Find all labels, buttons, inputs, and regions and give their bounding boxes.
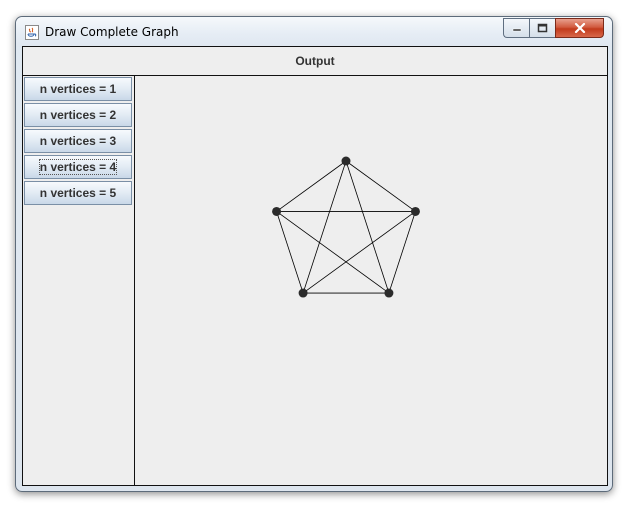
graph-vertex — [298, 288, 308, 298]
graph-vertex — [410, 206, 420, 216]
window-title: Draw Complete Graph — [45, 25, 179, 39]
vertices-4-button[interactable]: n vertices = 4 — [24, 155, 132, 179]
title-bar[interactable]: Draw Complete Graph — [16, 17, 612, 47]
graph-canvas — [135, 76, 607, 485]
minimize-button[interactable] — [503, 18, 529, 38]
button-label: n vertices = 2 — [39, 108, 117, 122]
graph-edge — [276, 211, 304, 294]
vertices-2-button[interactable]: n vertices = 2 — [24, 103, 132, 127]
output-header: Output — [23, 47, 607, 76]
graph-edge — [302, 211, 416, 294]
button-label: n vertices = 3 — [39, 134, 117, 148]
button-label: n vertices = 5 — [39, 186, 117, 200]
maximize-button[interactable] — [529, 18, 556, 38]
java-app-icon — [25, 25, 39, 40]
graph-edge — [345, 160, 416, 212]
graph-edge — [276, 160, 347, 212]
close-button[interactable] — [555, 18, 604, 38]
graph-vertex — [384, 288, 394, 298]
maximize-icon — [537, 23, 548, 33]
content-pane: Output n vertices = 1 n vertices = 2 n v… — [22, 46, 608, 486]
button-label: n vertices = 1 — [39, 82, 117, 96]
graph-edge — [302, 160, 347, 294]
graph-vertex — [341, 156, 351, 166]
graph-vertex — [272, 206, 282, 216]
button-label: n vertices = 4 — [38, 159, 118, 175]
complete-graph-drawing — [272, 156, 420, 298]
vertices-3-button[interactable]: n vertices = 3 — [24, 129, 132, 153]
graph-edge — [388, 211, 416, 294]
app-window: Draw Complete Graph Output n vertices = … — [15, 16, 613, 492]
vertices-5-button[interactable]: n vertices = 5 — [24, 181, 132, 205]
graph-edge — [345, 160, 390, 294]
minimize-icon — [512, 24, 522, 32]
vertices-1-button[interactable]: n vertices = 1 — [24, 77, 132, 101]
graph-edge — [276, 211, 390, 294]
vertex-button-panel: n vertices = 1 n vertices = 2 n vertices… — [23, 76, 135, 485]
close-icon — [574, 23, 586, 33]
